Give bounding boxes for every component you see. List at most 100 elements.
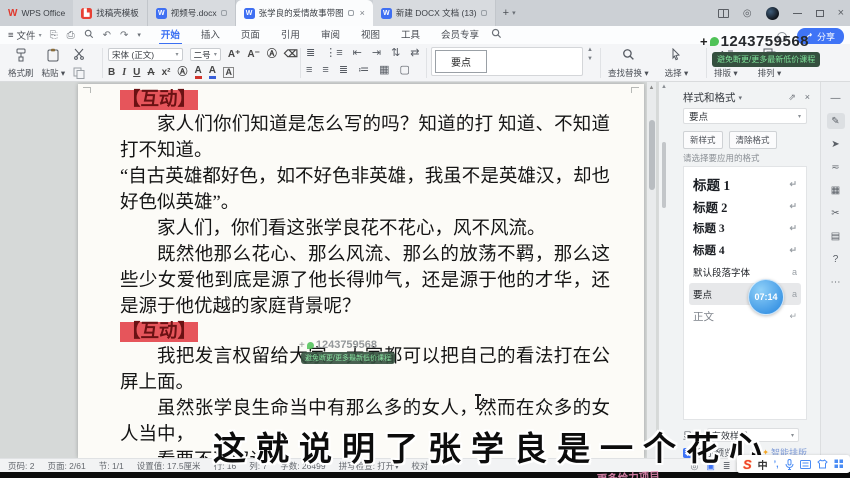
minimize-button[interactable]	[793, 13, 802, 14]
scrollbar-thumb[interactable]	[662, 142, 666, 208]
tab-close-icon[interactable]: ×	[360, 8, 365, 18]
line-spacing-icon[interactable]: ≔	[358, 65, 369, 76]
align-left-icon[interactable]: ≡	[306, 65, 312, 76]
document-tab-active[interactable]: W 张学良的爱情故事带图 ×	[236, 0, 373, 26]
document-tab-3[interactable]: W 新建 DOCX 文档 (13)	[373, 0, 496, 26]
style-item-heading4[interactable]: 标题 4↵	[689, 239, 801, 261]
border-icon[interactable]: ▢	[399, 65, 409, 76]
select-button[interactable]: 选择 ▾	[665, 44, 689, 82]
style-item-body[interactable]: 正文↵	[689, 305, 801, 327]
print-preview-icon[interactable]	[84, 29, 94, 42]
document-page[interactable]: 【互动】 家人们你们知道是怎么写的吗？知道的打 知道、不知道打不知道。 “自古英…	[78, 84, 644, 458]
undo-icon[interactable]: ↶	[103, 30, 111, 41]
tab-insert[interactable]: 插入	[199, 25, 222, 45]
scroll-up-icon[interactable]: ▲	[647, 82, 656, 91]
select-cursor-icon[interactable]: ➤	[827, 136, 845, 152]
sidebar-scrollbar[interactable]: ▲	[661, 84, 667, 454]
cut-icon[interactable]	[73, 48, 85, 60]
document-content[interactable]: 【互动】 家人们你们知道是怎么写的吗？知道的打 知道、不知道打不知道。 “自古英…	[78, 84, 644, 458]
indent-decrease-icon[interactable]: ⇤	[353, 48, 362, 59]
char-shading-button[interactable]: A	[209, 66, 216, 79]
text-effects-icon[interactable]: Ⓐ	[267, 50, 277, 60]
new-style-button[interactable]: 新样式	[683, 131, 723, 149]
font-color-button[interactable]: A	[195, 66, 202, 79]
char-border-button[interactable]: A	[223, 67, 235, 78]
settings-sliders-icon[interactable]: ≂	[827, 159, 845, 175]
clear-format-icon[interactable]: ⌫	[284, 50, 298, 60]
copy-icon[interactable]	[73, 67, 85, 79]
scrollbar-thumb[interactable]	[649, 120, 655, 190]
style-item-heading2[interactable]: 标题 2↵	[689, 195, 801, 217]
justify-icon[interactable]: ≣	[339, 65, 348, 76]
tab-page[interactable]: 页面	[239, 25, 262, 45]
punctuation-mode-icon[interactable]: ’,	[774, 459, 779, 469]
document-scrollbar[interactable]: ▲	[647, 82, 656, 458]
collapse-rail-icon[interactable]: —	[827, 90, 845, 106]
tab-review[interactable]: 审阅	[319, 25, 342, 45]
style-item-default-font[interactable]: 默认段落字体a	[689, 261, 801, 283]
font-size-select[interactable]: 二号 ▾	[190, 48, 221, 61]
superscript-button[interactable]: x²	[162, 68, 171, 78]
tab-view[interactable]: 视图	[359, 25, 382, 45]
chevron-down-icon[interactable]: ▾	[739, 94, 743, 102]
print-icon[interactable]: ⎙	[67, 30, 75, 41]
document-tab-1[interactable]: ▙ 找稿壳模板	[73, 0, 148, 26]
edit-pencil-icon[interactable]: ✎	[827, 113, 845, 129]
paste-button[interactable]: 粘贴 ▾	[42, 44, 66, 82]
tab-pin-icon[interactable]	[481, 10, 487, 16]
redo-icon[interactable]: ↷	[120, 30, 128, 41]
gallery-scroll-down-icon[interactable]: ▼	[587, 56, 593, 62]
document-area[interactable]: 【互动】 家人们你们知道是怎么写的吗？知道的打 知道、不知道打不知道。 “自古英…	[0, 82, 658, 458]
style-item-heading1[interactable]: 标题 1↵	[689, 173, 801, 195]
image-tool-icon[interactable]: ▦	[827, 182, 845, 198]
italic-button[interactable]: I	[122, 68, 126, 78]
tab-tools[interactable]: 工具	[399, 25, 422, 45]
search-command-icon[interactable]	[491, 28, 502, 42]
help-icon[interactable]: ?	[827, 251, 845, 267]
pin-icon[interactable]: ⇗	[788, 92, 796, 103]
tab-pin-icon[interactable]	[348, 10, 354, 16]
highlight-button[interactable]: Ⓐ	[178, 68, 188, 78]
tab-home[interactable]: 开始	[159, 25, 182, 45]
tab-reference[interactable]: 引用	[279, 25, 302, 45]
stable-mode-icon[interactable]: ◎	[743, 8, 752, 19]
current-style-dropdown[interactable]: 要点 ▾	[683, 108, 807, 124]
input-mode-chinese[interactable]: 中	[758, 457, 768, 472]
split-screen-icon[interactable]	[718, 9, 729, 18]
strikethrough-button[interactable]: A	[147, 68, 154, 78]
sort-icon[interactable]: ⇅	[391, 48, 400, 59]
more-tools-icon[interactable]: ⋯	[827, 274, 845, 290]
restore-button[interactable]	[816, 10, 824, 17]
app-menu-tab[interactable]: W WPS Office	[0, 0, 73, 26]
bold-button[interactable]: B	[108, 68, 115, 78]
close-button[interactable]: ×	[838, 7, 844, 19]
indent-increase-icon[interactable]: ⇥	[372, 48, 381, 59]
numbered-list-icon[interactable]: ⋮≡	[325, 48, 342, 59]
gallery-scroll-up-icon[interactable]: ▲	[587, 47, 593, 53]
shrink-font-icon[interactable]: A⁻	[247, 50, 260, 60]
sogou-logo-icon[interactable]: S	[743, 457, 752, 472]
style-item-keypoint[interactable]: 要点a	[689, 283, 801, 305]
format-painter-button[interactable]: 格式刷	[8, 44, 34, 82]
paragraph-mark-icon[interactable]: ⇄	[410, 48, 419, 59]
tab-member[interactable]: 会员专享	[439, 25, 481, 45]
scroll-up-icon[interactable]: ▲	[661, 84, 667, 90]
voice-input-icon[interactable]	[785, 459, 794, 470]
find-replace-button[interactable]: 查找替换 ▾	[608, 44, 649, 82]
save-icon[interactable]: ⎘	[50, 30, 58, 41]
cut-tool-icon[interactable]: ✂	[827, 205, 845, 221]
user-avatar[interactable]	[766, 7, 779, 20]
toolbox-grid-icon[interactable]	[834, 459, 844, 469]
underline-button[interactable]: U	[133, 68, 140, 78]
close-sidebar-icon[interactable]: ×	[805, 92, 810, 103]
document-tab-2[interactable]: W 视频号.docx	[148, 0, 236, 26]
keyboard-icon[interactable]	[800, 460, 811, 469]
align-center-icon[interactable]: ≡	[322, 65, 328, 76]
style-item-heading3[interactable]: 标题 3↵	[689, 217, 801, 239]
clear-format-button[interactable]: 清除格式	[729, 131, 777, 149]
skin-wardrobe-icon[interactable]	[817, 459, 828, 469]
bullet-list-icon[interactable]: ≣	[306, 48, 315, 59]
style-gallery-item-selected[interactable]: 要点	[435, 50, 487, 73]
sogou-input-bar[interactable]: S 中 ’,	[737, 455, 850, 473]
grow-font-icon[interactable]: A⁺	[228, 50, 241, 60]
